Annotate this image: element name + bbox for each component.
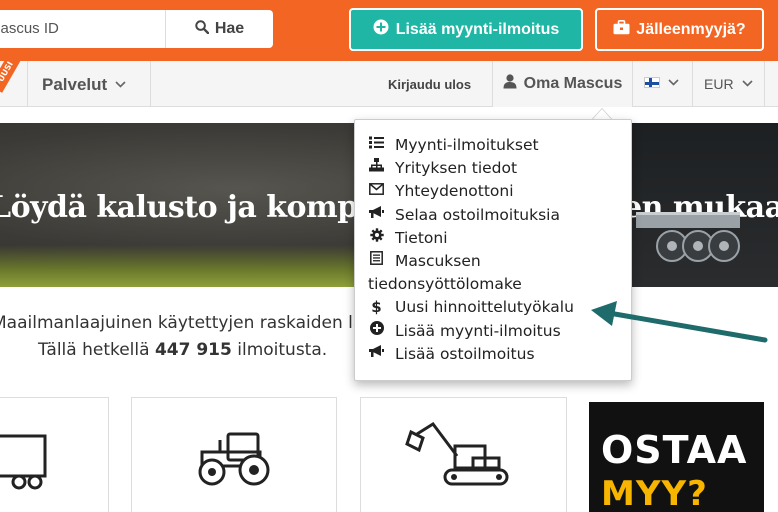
promo-line-1: OSTAA: [601, 428, 748, 472]
services-menu[interactable]: Palvelut: [42, 75, 126, 95]
menu-item-label: Mascuksen: [395, 252, 481, 271]
excavator-icon: [405, 421, 509, 486]
category-card-tractors[interactable]: [131, 397, 337, 512]
menu-item-label: Myynti-ilmoitukset: [395, 136, 539, 154]
currency-label: EUR: [704, 76, 734, 92]
tractor-icon: [198, 432, 270, 486]
my-mascus-label: Oma Mascus: [523, 75, 623, 92]
menu-item-label: Tietoni: [395, 228, 448, 247]
gear-icon: [368, 227, 385, 250]
chevron-down-icon: [741, 78, 753, 90]
sitemap-icon: [368, 157, 385, 180]
plus-circle-icon: [368, 320, 385, 343]
buy-sell-promo[interactable]: OSTAA MYY?: [589, 402, 764, 512]
dealer-button[interactable]: Jälleenmyyjä?: [595, 8, 764, 51]
currency-selector[interactable]: EUR: [704, 76, 753, 92]
nav-divider: [764, 61, 765, 107]
intro-suffix: ilmoitusta.: [231, 340, 328, 360]
finnish-flag-icon: [644, 77, 660, 88]
category-card-trailers[interactable]: [0, 397, 109, 512]
menu-item-label: Lisää ostoilmoitus: [395, 344, 535, 363]
menu-item-label: Selaa ostoilmoituksia: [395, 205, 560, 224]
add-listing-label: Lisää myynti-ilmoitus: [395, 20, 560, 38]
intro-line-2: Tällä hetkellä 447 915 ilmoitusta.: [38, 340, 327, 360]
chevron-down-icon: [668, 76, 679, 89]
logout-link[interactable]: Kirjaudu ulos: [388, 77, 471, 92]
search-button-label: Hae: [214, 20, 245, 37]
truck-trailer-image: [636, 212, 740, 262]
plus-circle-icon: [373, 19, 389, 40]
dollar-icon: $: [371, 298, 382, 317]
hero-grass: [0, 245, 360, 287]
menu-item-data-form[interactable]: Mascuksen tiedonsyöttölomake: [368, 250, 631, 296]
menu-item-label-line2: tiedonsyöttölomake: [368, 275, 522, 294]
menu-item-contacts[interactable]: Yhteydenottoni: [368, 180, 631, 203]
add-listing-button[interactable]: Lisää myynti-ilmoitus: [349, 8, 583, 51]
bullhorn-icon: [368, 204, 385, 227]
briefcase-icon: [613, 19, 630, 40]
chevron-down-icon: [115, 79, 126, 91]
nav-divider: [150, 61, 151, 107]
services-label: Palvelut: [42, 75, 108, 94]
dealer-label: Jälleenmyyjä?: [636, 20, 746, 38]
menu-item-my-info[interactable]: Tietoni: [368, 227, 631, 250]
listing-count: 447 915: [154, 340, 232, 360]
annotation-arrow: [591, 301, 768, 343]
search-icon: [195, 19, 210, 39]
list-icon: [368, 134, 385, 157]
promo-line-2: MYY?: [601, 474, 708, 512]
menu-item-label: Yrityksen tiedot: [395, 159, 518, 178]
menu-item-label: Uusi hinnoittelutyökalu: [395, 298, 574, 317]
language-selector[interactable]: [644, 76, 679, 89]
menu-item-label: Yhteydenottoni: [395, 182, 514, 201]
nav-divider: [692, 61, 693, 107]
user-icon: [503, 74, 517, 94]
my-mascus-menu[interactable]: Oma Mascus: [493, 61, 632, 107]
envelope-icon: [368, 180, 385, 203]
menu-item-company-info[interactable]: Yrityksen tiedot: [368, 157, 631, 180]
category-card-excavators[interactable]: [360, 397, 567, 512]
search-button[interactable]: Hae: [165, 10, 273, 48]
menu-item-browse-wanted[interactable]: Selaa ostoilmoituksia: [368, 204, 631, 227]
intro-prefix: Tällä hetkellä: [38, 340, 155, 360]
menu-item-label: Lisää myynti-ilmoitus: [395, 321, 561, 340]
menu-item-listings[interactable]: Myynti-ilmoitukset: [368, 134, 631, 157]
nav-divider: [632, 61, 633, 107]
form-icon: [368, 250, 385, 273]
trailer-icon: [0, 434, 47, 490]
bullhorn-icon: [368, 343, 385, 366]
search-input[interactable]: Mascus ID: [0, 10, 165, 48]
nav-divider: [27, 61, 28, 107]
